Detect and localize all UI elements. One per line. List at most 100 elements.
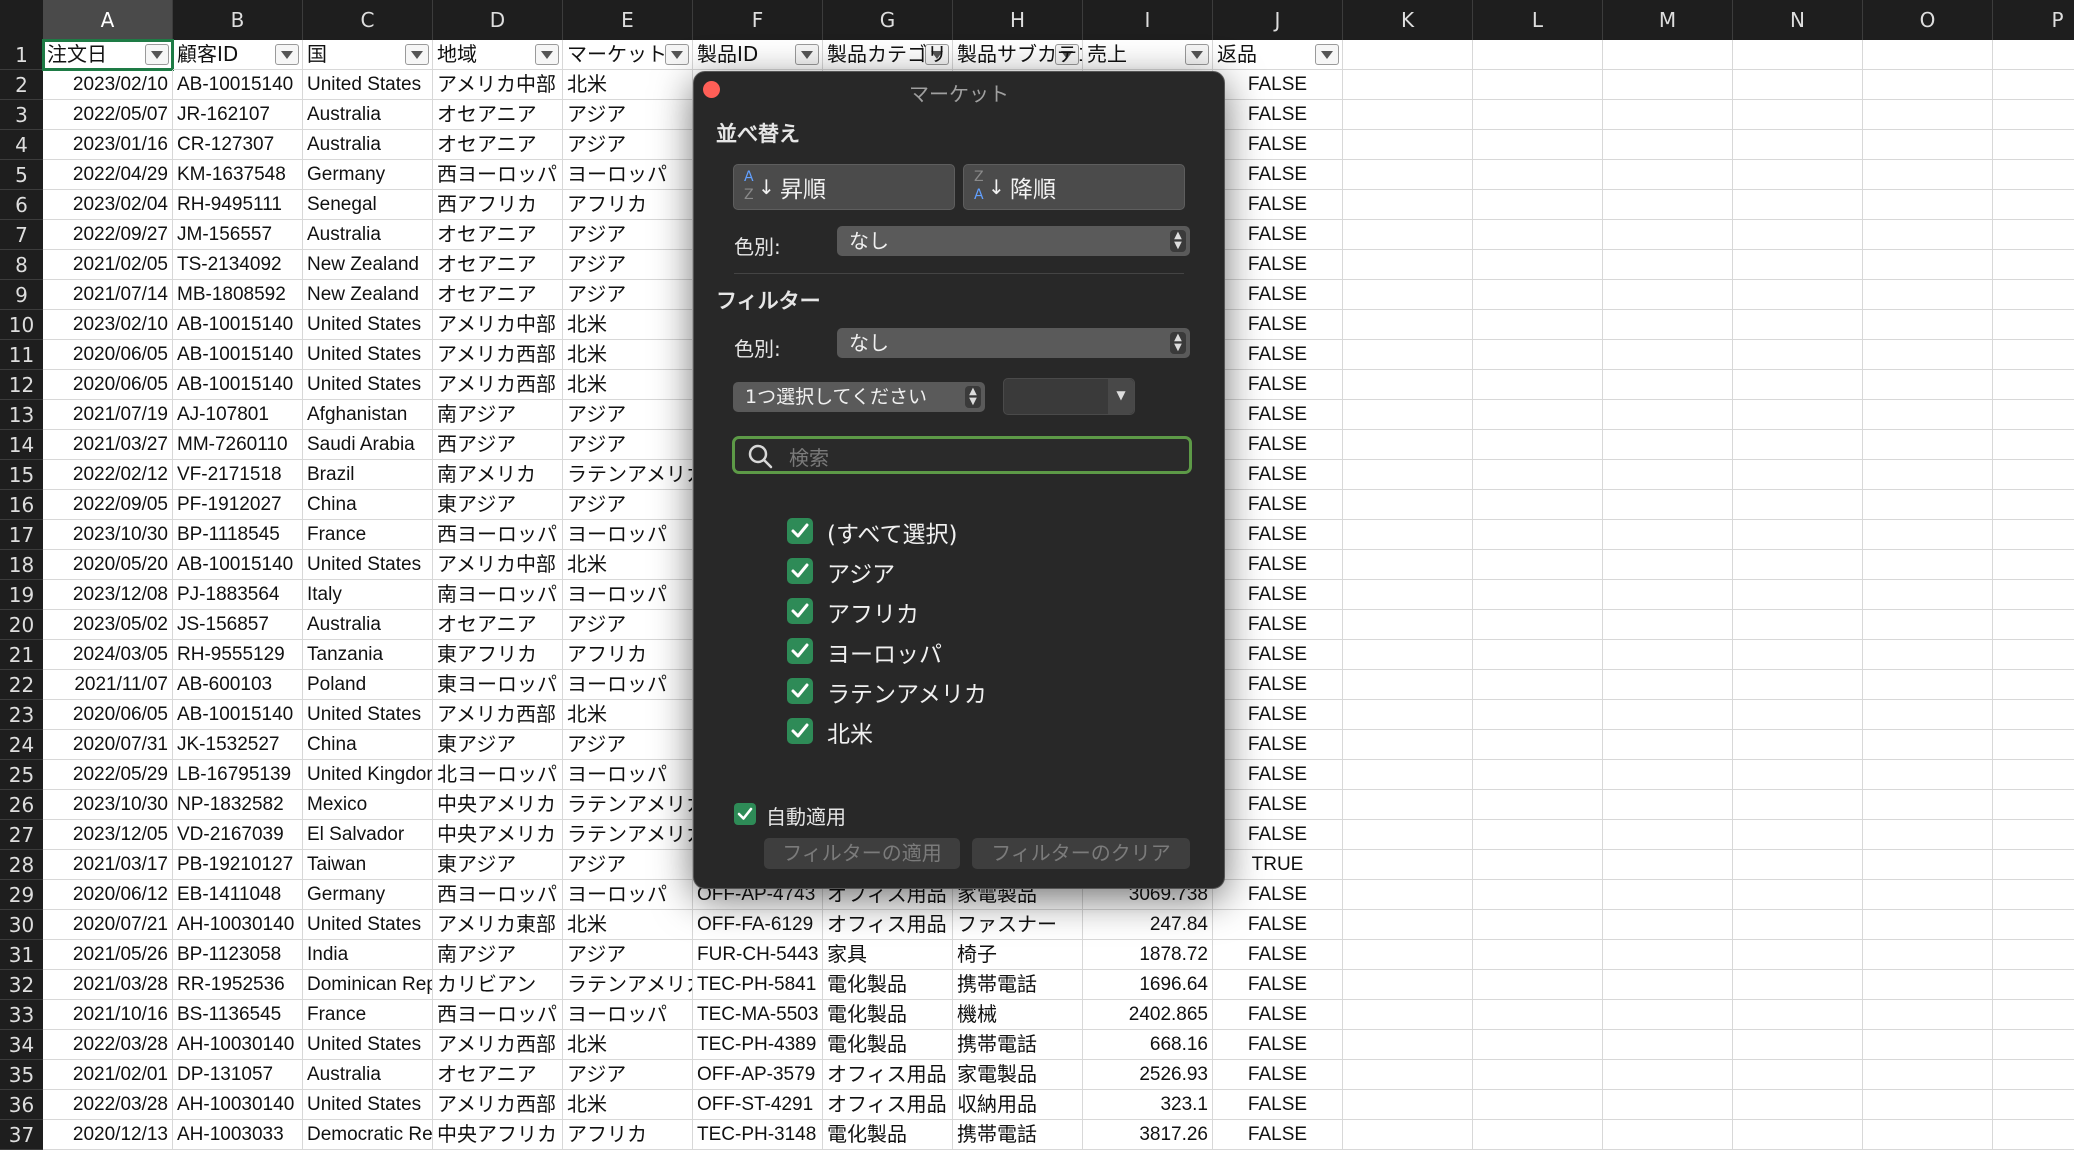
data-cell[interactable]: 1696.64 <box>1083 970 1213 1000</box>
data-cell[interactable]: 南アメリカ <box>433 460 563 490</box>
data-cell[interactable]: 南アジア <box>433 940 563 970</box>
data-cell[interactable]: 2021/07/19 <box>43 400 173 430</box>
empty-cell[interactable] <box>1733 400 1863 430</box>
data-cell[interactable]: OFF-ST-4291 <box>693 1090 823 1120</box>
empty-cell[interactable] <box>1473 700 1603 730</box>
data-cell[interactable]: 2023/10/30 <box>43 790 173 820</box>
data-cell[interactable]: 2022/09/05 <box>43 490 173 520</box>
data-cell[interactable]: JM-156557 <box>173 220 303 250</box>
data-cell[interactable]: 2022/03/28 <box>43 1090 173 1120</box>
condition-select[interactable]: 1つ選択してください ▲ ▼ <box>733 382 985 412</box>
data-cell[interactable]: 2022/05/07 <box>43 100 173 130</box>
data-cell[interactable]: FALSE <box>1213 910 1343 940</box>
value-checkbox[interactable] <box>787 558 813 584</box>
data-cell[interactable]: アフリカ <box>563 640 693 670</box>
data-cell[interactable]: 2022/04/29 <box>43 160 173 190</box>
empty-cell[interactable] <box>1993 580 2074 610</box>
sort-descending-button[interactable]: Z A ↓ 降順 <box>963 164 1185 210</box>
data-cell[interactable]: AB-10015140 <box>173 70 303 100</box>
data-cell[interactable]: FALSE <box>1213 130 1343 160</box>
empty-cell[interactable] <box>1473 460 1603 490</box>
empty-cell[interactable] <box>1993 610 2074 640</box>
data-cell[interactable]: オフィス用品 <box>823 1090 953 1120</box>
value-checkbox[interactable] <box>787 598 813 624</box>
row-header[interactable]: 1 <box>0 40 43 70</box>
empty-cell[interactable] <box>1863 520 1993 550</box>
data-cell[interactable]: 携帯電話 <box>953 1030 1083 1060</box>
data-cell[interactable]: 機械 <box>953 1000 1083 1030</box>
empty-cell[interactable] <box>1993 940 2074 970</box>
data-cell[interactable]: LB-16795139 <box>173 760 303 790</box>
data-cell[interactable]: 家具 <box>823 940 953 970</box>
empty-cell[interactable] <box>1733 550 1863 580</box>
empty-cell[interactable] <box>1343 310 1473 340</box>
data-cell[interactable]: Mexico <box>303 790 433 820</box>
data-cell[interactable]: FALSE <box>1213 490 1343 520</box>
data-cell[interactable]: PF-1912027 <box>173 490 303 520</box>
data-cell[interactable]: 北米 <box>563 700 693 730</box>
data-cell[interactable]: Senegal <box>303 190 433 220</box>
data-cell[interactable]: 北ヨーロッパ <box>433 760 563 790</box>
data-cell[interactable]: 東アフリカ <box>433 640 563 670</box>
data-cell[interactable]: PB-19210127 <box>173 850 303 880</box>
empty-cell[interactable] <box>1473 160 1603 190</box>
data-cell[interactable]: VF-2171518 <box>173 460 303 490</box>
header-cell[interactable]: 売上 <box>1083 40 1213 70</box>
empty-cell[interactable] <box>1993 220 2074 250</box>
data-cell[interactable]: 2022/05/29 <box>43 760 173 790</box>
row-header[interactable]: 20 <box>0 610 43 640</box>
data-cell[interactable]: El Salvador <box>303 820 433 850</box>
row-header[interactable]: 5 <box>0 160 43 190</box>
data-cell[interactable]: TEC-PH-5841 <box>693 970 823 1000</box>
empty-cell[interactable] <box>1343 670 1473 700</box>
empty-cell[interactable] <box>1343 370 1473 400</box>
data-cell[interactable]: 2023/01/16 <box>43 130 173 160</box>
row-header[interactable]: 35 <box>0 1060 43 1090</box>
row-header[interactable]: 30 <box>0 910 43 940</box>
row-header[interactable]: 32 <box>0 970 43 1000</box>
data-cell[interactable]: アフリカ <box>563 190 693 220</box>
header-cell[interactable]: 製品ID <box>693 40 823 70</box>
data-cell[interactable]: OFF-FA-6129 <box>693 910 823 940</box>
data-cell[interactable]: Afghanistan <box>303 400 433 430</box>
empty-cell[interactable] <box>1993 730 2074 760</box>
data-cell[interactable]: 西アフリカ <box>433 190 563 220</box>
data-cell[interactable]: BP-1123058 <box>173 940 303 970</box>
data-cell[interactable]: FALSE <box>1213 340 1343 370</box>
data-cell[interactable]: 668.16 <box>1083 1030 1213 1060</box>
empty-cell[interactable] <box>1603 220 1733 250</box>
empty-cell[interactable] <box>1863 580 1993 610</box>
empty-cell[interactable] <box>1733 1060 1863 1090</box>
data-cell[interactable]: AB-10015140 <box>173 370 303 400</box>
empty-cell[interactable] <box>1733 160 1863 190</box>
data-cell[interactable]: ファスナー <box>953 910 1083 940</box>
data-cell[interactable]: アメリカ西部 <box>433 1030 563 1060</box>
data-cell[interactable]: ヨーロッパ <box>563 580 693 610</box>
empty-cell[interactable] <box>1473 610 1603 640</box>
empty-cell[interactable] <box>1343 70 1473 100</box>
row-header[interactable]: 29 <box>0 880 43 910</box>
empty-cell[interactable] <box>1473 220 1603 250</box>
data-cell[interactable]: 家電製品 <box>953 1060 1083 1090</box>
data-cell[interactable]: オセアニア <box>433 1060 563 1090</box>
empty-cell[interactable] <box>1343 1090 1473 1120</box>
empty-cell[interactable] <box>1603 730 1733 760</box>
header-cell[interactable]: 製品サブカテゴリ <box>953 40 1083 70</box>
empty-cell[interactable] <box>1733 1090 1863 1120</box>
empty-cell[interactable] <box>1993 190 2074 220</box>
empty-cell[interactable] <box>1473 1060 1603 1090</box>
empty-cell[interactable] <box>1473 490 1603 520</box>
empty-cell[interactable] <box>1343 790 1473 820</box>
data-cell[interactable]: オセアニア <box>433 250 563 280</box>
data-cell[interactable]: ヨーロッパ <box>563 670 693 700</box>
data-cell[interactable]: オセアニア <box>433 100 563 130</box>
value-checkbox[interactable] <box>787 518 813 544</box>
empty-cell[interactable] <box>1863 370 1993 400</box>
data-cell[interactable]: アジア <box>563 730 693 760</box>
data-cell[interactable]: JR-162107 <box>173 100 303 130</box>
data-cell[interactable]: 電化製品 <box>823 1000 953 1030</box>
data-cell[interactable]: Saudi Arabia <box>303 430 433 460</box>
data-cell[interactable]: 2022/02/12 <box>43 460 173 490</box>
empty-cell[interactable] <box>1863 1060 1993 1090</box>
empty-cell[interactable] <box>1993 310 2074 340</box>
